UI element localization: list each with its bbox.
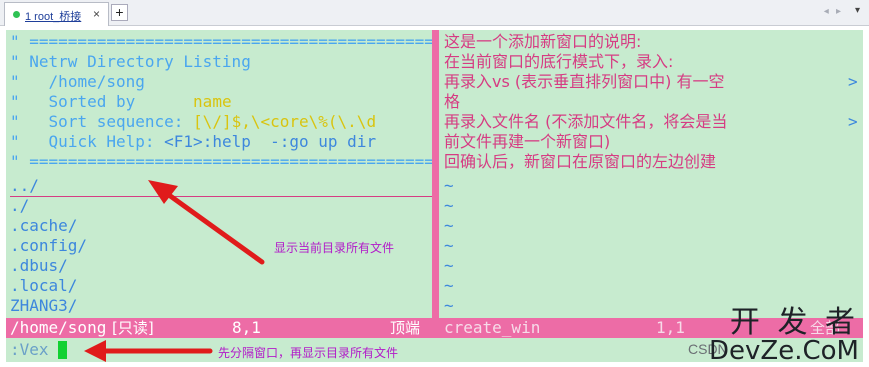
dir-entry-parent[interactable]: ../ <box>10 176 39 196</box>
dir-entry-dbus[interactable]: .dbus/ <box>10 256 68 276</box>
watermark-top: 开 发 者 <box>729 305 859 340</box>
status-right-position: 1,1 <box>656 318 685 337</box>
dir-entry-cache[interactable]: .cache/ <box>10 216 77 236</box>
status-left-path: /home/song <box>10 318 107 337</box>
watermark: 开 发 者 CSDN DevZe.CoM <box>688 305 863 366</box>
vertical-split-separator[interactable] <box>432 30 439 318</box>
netrw-title-line: " Netrw Directory Listing <box>10 52 251 71</box>
title-bar: 1 root_桥接 × + ◂ ▸ ▾ <box>0 0 869 26</box>
note-line-1: 这是一个添加新窗口的说明: <box>444 32 642 51</box>
dir-entry-zhang3[interactable]: ZHANG3/ <box>10 296 77 316</box>
status-left-scroll: 顶端 <box>390 319 421 337</box>
connection-status-icon <box>13 11 20 18</box>
note-line-7: 回确认后，新窗口在原窗口的左边创建 <box>444 152 717 171</box>
dir-entry-current[interactable]: ./ <box>10 196 29 216</box>
note-line-3: 再录入vs (表示垂直排列窗口中) 有一空 <box>444 72 725 91</box>
dir-entry-config[interactable]: .config/ <box>10 236 87 256</box>
empty-line-tilde: ~ <box>444 216 454 235</box>
netrw-sort-seq-line: " Sort sequence: [\/]$,\<core\%(\.\d <box>10 112 377 131</box>
netrw-path: /home/song <box>48 72 145 91</box>
tab-menu-chevron-icon[interactable]: ▾ <box>855 5 860 16</box>
netrw-title: Netrw Directory Listing <box>29 52 251 71</box>
status-right-file: create_win <box>444 318 541 337</box>
wrap-marker: > <box>848 112 858 131</box>
watermark-bottom: DevZe.CoM <box>709 336 859 366</box>
status-left-position: 8,1 <box>232 318 261 337</box>
empty-line-tilde: ~ <box>444 196 454 215</box>
netrw-quick-help-value: <F1>:help -:go up dir <box>164 132 377 151</box>
empty-line-tilde: ~ <box>444 176 454 195</box>
netrw-header-rule: " ======================================… <box>10 32 432 51</box>
empty-line-tilde: ~ <box>444 296 454 315</box>
note-line-6: 前文件再建一个新窗口) <box>444 132 611 151</box>
cursor-line <box>10 196 432 197</box>
netrw-footer-rule: " ======================================… <box>10 152 432 171</box>
tab-root-bridge[interactable]: 1 root_桥接 × <box>4 2 109 26</box>
status-readonly-flag: [只读] <box>112 319 154 337</box>
dir-entry-local[interactable]: .local/ <box>10 276 77 296</box>
note-line-5: 再录入文件名 (不添加文件名，将会是当 <box>444 112 728 131</box>
close-tab-icon[interactable]: × <box>93 7 100 21</box>
tab-scroll-arrows[interactable]: ◂ ▸ <box>824 6 843 17</box>
empty-line-tilde: ~ <box>444 256 454 275</box>
text-cursor <box>58 341 67 359</box>
netrw-sorted-value: name <box>193 92 232 111</box>
netrw-quick-help-line: " Quick Help: <F1>:help -:go up dir <box>10 132 377 151</box>
command-line[interactable]: :Vex <box>10 340 49 360</box>
wrap-marker: > <box>848 72 858 91</box>
note-line-4: 格 <box>444 92 461 111</box>
netrw-path-line: " /home/song <box>10 72 145 91</box>
tab-label: 1 root_桥接 <box>25 11 82 23</box>
empty-line-tilde: ~ <box>444 236 454 255</box>
netrw-sort-seq-value: [\/]$,\<core\%(\.\d <box>193 112 377 131</box>
empty-line-tilde: ~ <box>444 276 454 295</box>
netrw-sorted-line: " Sorted by name <box>10 92 232 111</box>
annotation-list-files: 显示当前目录所有文件 <box>274 241 395 255</box>
annotation-split-then-list: 先分隔窗口，再显示目录所有文件 <box>218 346 399 360</box>
add-tab-button[interactable]: + <box>111 4 128 21</box>
note-line-2: 在当前窗口的底行模式下，录入: <box>444 52 674 71</box>
